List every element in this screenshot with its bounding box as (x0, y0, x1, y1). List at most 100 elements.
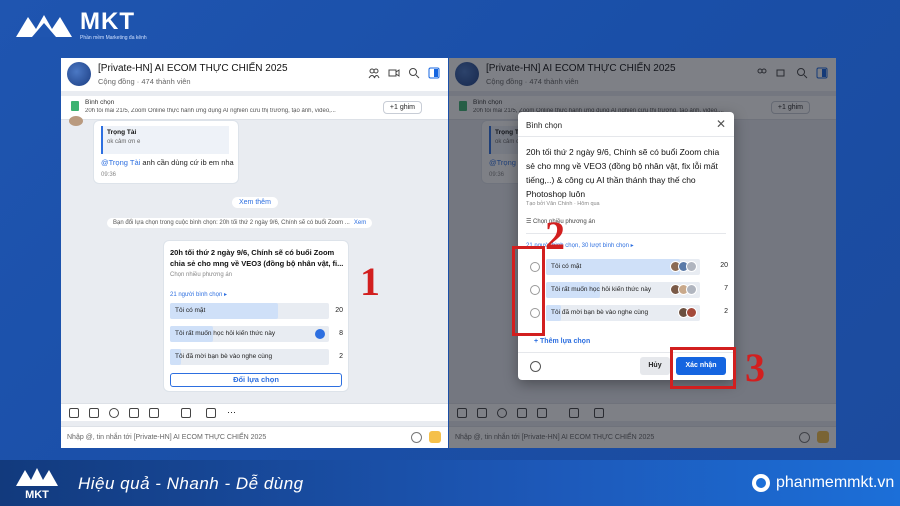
option-bar: Tôi đã mời bạn bè vào nghe cùng (546, 305, 700, 321)
change-vote-button[interactable]: Đổi lựa chọn (170, 373, 342, 387)
option-count: 20 (720, 262, 728, 269)
highlight-radio-options (512, 246, 545, 336)
poll-option-count: 2 (339, 353, 343, 360)
message-input[interactable]: Nhập @, tin nhắn tới [Private-HN] AI ECO… (61, 426, 448, 448)
avatar (686, 261, 697, 272)
system-notice: Bạn đổi lựa chọn trong cuộc bình chọn: 2… (107, 218, 373, 228)
checked-icon (315, 329, 325, 339)
poll-creator: Tạo bởi Văn Chính · Hôm qua (526, 201, 600, 207)
quoted-message[interactable]: Trọng Tài ok cảm ơn e (101, 126, 229, 154)
mention-link[interactable]: @Trọng Tài (101, 158, 140, 167)
sender-avatar[interactable] (69, 116, 83, 126)
poll-question: 20h tối thứ 2 ngày 9/6, Chính sẽ có buổi… (170, 248, 344, 268)
screenshot-icon[interactable] (149, 408, 159, 418)
add-member-icon[interactable] (368, 67, 380, 79)
format-icon[interactable] (181, 408, 191, 418)
brand-subtitle: Phần mềm Marketing đa kênh (80, 35, 147, 41)
poll-option[interactable]: Tôi có mặt (170, 303, 329, 319)
system-notice-text: Bạn đổi lựa chọn trong cuộc bình chọn: 2… (113, 220, 350, 226)
mkt-logo-icon: MKT (16, 468, 58, 501)
step-number-1: 1 (360, 259, 380, 304)
cancel-button[interactable]: Hủy (640, 357, 670, 375)
poll-option-label: Tôi đã mời bạn bè vào nghe cùng (175, 353, 273, 360)
highlight-confirm-button (670, 347, 736, 389)
message-text: anh cần dùng cứ ib em nha (140, 158, 234, 167)
avatar (686, 307, 697, 318)
step-number-3: 3 (745, 345, 765, 390)
option-count: 7 (724, 285, 728, 292)
chat-meta: Cộng đồng · 474 thành viên (98, 77, 191, 86)
pinned-text: 20h tối mai 21/5, Zoom Online thực hành … (85, 108, 336, 114)
chat-header: [Private-HN] AI ECOM THỰC CHIẾN 2025 Cộn… (61, 58, 448, 91)
option-bar: Tôi có mặt (546, 259, 700, 275)
poll-option-label: Tôi rất muốn học hỏi kiến thức này (175, 330, 276, 337)
dialog-option[interactable]: Tôi đã mời bạn bè vào nghe cùng 2 (526, 305, 728, 321)
message-body: @Trọng Tài anh cần dùng cứ ib em nha (101, 158, 234, 167)
add-option-button[interactable]: + Thêm lựa chọn (534, 338, 590, 345)
poll-option[interactable]: Tôi đã mời bạn bè vào nghe cùng (170, 349, 329, 365)
dialog-option[interactable]: Tôi có mặt 20 (526, 259, 728, 275)
attach-icon[interactable] (109, 408, 119, 418)
option-label: Tôi có mặt (551, 263, 582, 270)
option-count: 2 (724, 308, 728, 315)
chat-window-left: [Private-HN] AI ECOM THỰC CHIẾN 2025 Cộn… (61, 58, 448, 448)
message-time: 09:36 (101, 172, 117, 178)
chat-title: [Private-HN] AI ECOM THỰC CHIẾN 2025 (98, 63, 288, 74)
voter-avatars[interactable] (670, 284, 697, 295)
globe-icon (752, 474, 770, 492)
community-label: Cộng đồng (98, 77, 135, 86)
step-number-2: 2 (545, 213, 565, 258)
dialog-question: 20h tối thứ 2 ngày 9/6, Chính sẽ có buổi… (526, 147, 720, 199)
search-icon[interactable] (408, 67, 420, 79)
quoted-text: ok cảm ơn e (107, 139, 141, 145)
settings-gear-icon[interactable] (530, 361, 541, 372)
video-call-icon[interactable] (388, 67, 400, 79)
member-count[interactable]: 474 thành viên (141, 77, 190, 86)
see-more-button[interactable]: Xem thêm (232, 197, 278, 208)
option-label: Tôi rất muốn học hỏi kiến thức này (551, 286, 652, 293)
quick-message-icon[interactable] (206, 408, 216, 418)
input-placeholder: Nhập @, tin nhắn tới [Private-HN] AI ECO… (67, 434, 267, 441)
option-bar: Tôi rất muốn học hỏi kiến thức này (546, 282, 700, 298)
chat-window-right: [Private-HN] AI ECOM THỰC CHIẾN 2025 Cộn… (449, 58, 836, 448)
brand-logo-bottom: MKT (14, 464, 60, 502)
sidebar-toggle-icon[interactable] (428, 67, 440, 79)
avatar (686, 284, 697, 295)
option-label: Tôi đã mời bạn bè vào nghe cùng (551, 309, 649, 316)
poll-voters[interactable]: 21 người bình chọn ▸ (170, 291, 227, 298)
poll-card: 20h tối thứ 2 ngày 9/6, Chính sẽ có buổi… (163, 240, 349, 392)
poll-option-count: 20 (335, 307, 343, 314)
divider (518, 136, 734, 137)
poll-hint: Chọn nhiều phương án (170, 272, 232, 278)
brand-tagline: Hiệu quả - Nhanh - Dễ dùng (78, 474, 304, 493)
close-icon[interactable]: ✕ (716, 118, 726, 130)
pinned-message-bar[interactable]: Bình chọn 20h tối mai 21/5, Zoom Online … (61, 96, 448, 120)
system-notice-link[interactable]: Xem (354, 220, 366, 226)
mkt-logo-icon (16, 14, 72, 37)
website-url: phanmemmkt.vn (776, 474, 895, 491)
reply-message: Trọng Tài ok cảm ơn e @Trọng Tài anh cần… (93, 120, 239, 184)
group-avatar[interactable] (67, 62, 91, 86)
dialog-title: Bình chọn (526, 121, 563, 130)
poll-option-count: 8 (339, 330, 343, 337)
poll-option[interactable]: Tôi rất muốn học hỏi kiến thức này (170, 326, 329, 342)
composer-toolbar: ··· (61, 403, 448, 421)
pinned-label: Bình chọn (85, 99, 115, 106)
brand-logo-top: MKT Phần mềm Marketing đa kênh (14, 10, 147, 41)
card-icon[interactable] (129, 408, 139, 418)
quoted-name: Trọng Tài (107, 129, 137, 136)
voter-avatars[interactable] (670, 261, 697, 272)
voter-avatars[interactable] (678, 307, 697, 318)
poll-option-label: Tôi có mặt (175, 307, 206, 314)
header-actions (368, 67, 440, 79)
like-icon[interactable] (429, 431, 441, 443)
dialog-option[interactable]: Tôi rất muốn học hỏi kiến thức này 7 (526, 282, 728, 298)
more-icon[interactable]: ··· (227, 408, 237, 418)
emoji-icon[interactable] (411, 432, 422, 443)
sticker-icon[interactable] (69, 408, 79, 418)
brand-name: MKT (80, 8, 135, 35)
image-icon[interactable] (89, 408, 99, 418)
website-link[interactable]: phanmemmkt.vn (752, 474, 894, 492)
svg-text:MKT: MKT (25, 489, 49, 501)
pin-count-button[interactable]: +1 ghim (382, 101, 422, 114)
